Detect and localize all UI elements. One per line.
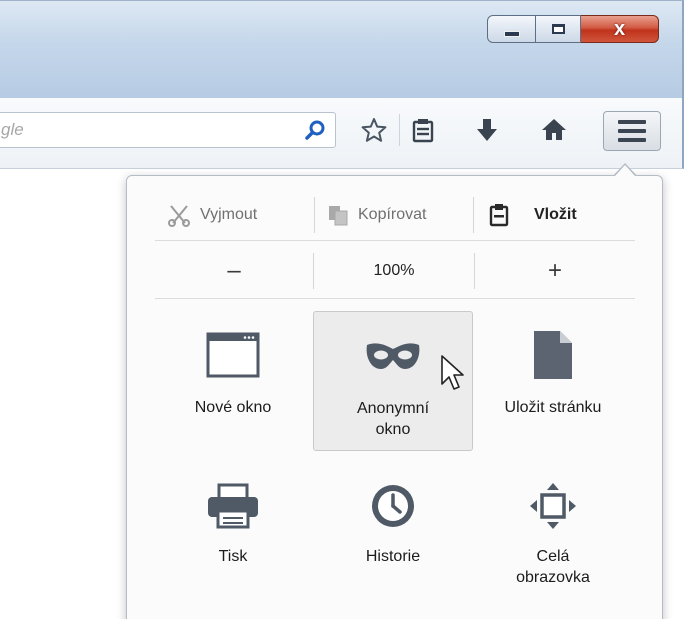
maximize-button[interactable] (536, 15, 581, 43)
reading-list-icon[interactable] (410, 117, 436, 143)
scissors-icon (168, 205, 190, 227)
history-clock-icon (372, 485, 414, 527)
close-button[interactable]: x (581, 15, 659, 43)
clipboard-icon (489, 204, 509, 227)
cut-button[interactable]: Vyjmout (167, 193, 257, 237)
search-input[interactable]: gle (0, 112, 336, 148)
zoom-out-button[interactable]: – (155, 250, 313, 292)
navigation-toolbar: gle (0, 98, 684, 169)
history-button[interactable]: Historie (313, 460, 473, 598)
zoom-reset-button[interactable]: 100% (314, 250, 474, 292)
cut-label: Vyjmout (200, 206, 258, 223)
new-window-icon (206, 332, 260, 378)
panel-divider (155, 240, 635, 241)
history-label: Historie (365, 548, 421, 565)
copy-icon (329, 206, 348, 226)
fullscreen-label: Celá obrazovka (516, 548, 590, 586)
fullscreen-arrows-icon (530, 483, 576, 529)
minimize-button[interactable] (487, 15, 536, 43)
close-icon: x (613, 18, 626, 40)
panel-arrow-inner (614, 165, 636, 177)
window-titlebar[interactable]: x (0, 0, 684, 99)
edit-separator (473, 197, 474, 233)
edit-controls: Vyjmout Kopírovat Vložit (155, 193, 635, 237)
paste-label: Vložit (534, 206, 577, 223)
zoom-controls: – 100% + (155, 250, 635, 292)
maximize-icon (551, 24, 565, 34)
magnifier-icon[interactable] (303, 118, 327, 142)
private-mask-icon (366, 343, 420, 369)
zoom-out-label: – (227, 257, 241, 284)
toolbar-separator (399, 114, 400, 146)
copy-button[interactable]: Kopírovat (327, 193, 426, 237)
panel-divider (155, 298, 635, 299)
print-button[interactable]: Tisk (153, 460, 313, 598)
minimize-icon (503, 31, 520, 37)
search-placeholder: gle (1, 120, 24, 139)
window-caption-buttons: x (487, 15, 659, 43)
zoom-level: 100% (373, 262, 415, 279)
home-icon[interactable] (541, 117, 567, 143)
new-window-button[interactable]: Nové okno (153, 311, 313, 449)
private-window-label: Anonymní okno (356, 400, 430, 438)
download-arrow-icon[interactable] (474, 117, 500, 143)
bookmark-star-icon[interactable] (361, 117, 387, 143)
printer-icon (208, 483, 258, 529)
save-page-icon (534, 331, 572, 379)
new-window-label: Nové okno (194, 399, 272, 416)
copy-label: Kopírovat (358, 206, 427, 223)
fullscreen-button[interactable]: Celá obrazovka (473, 460, 633, 598)
edit-separator (314, 197, 315, 233)
save-page-button[interactable]: Uložit stránku (473, 311, 633, 449)
browser-window: x gle Vyjmout Kopírovat Vložit – 100% + … (0, 0, 687, 619)
open-menu-button[interactable] (603, 111, 661, 151)
save-page-label: Uložit stránku (504, 399, 602, 416)
mouse-pointer-icon (441, 355, 464, 390)
hamburger-icon (618, 120, 646, 142)
zoom-in-label: + (547, 257, 562, 284)
print-label: Tisk (218, 548, 248, 565)
paste-button[interactable]: Vložit (489, 193, 577, 237)
zoom-in-button[interactable]: + (475, 250, 635, 292)
